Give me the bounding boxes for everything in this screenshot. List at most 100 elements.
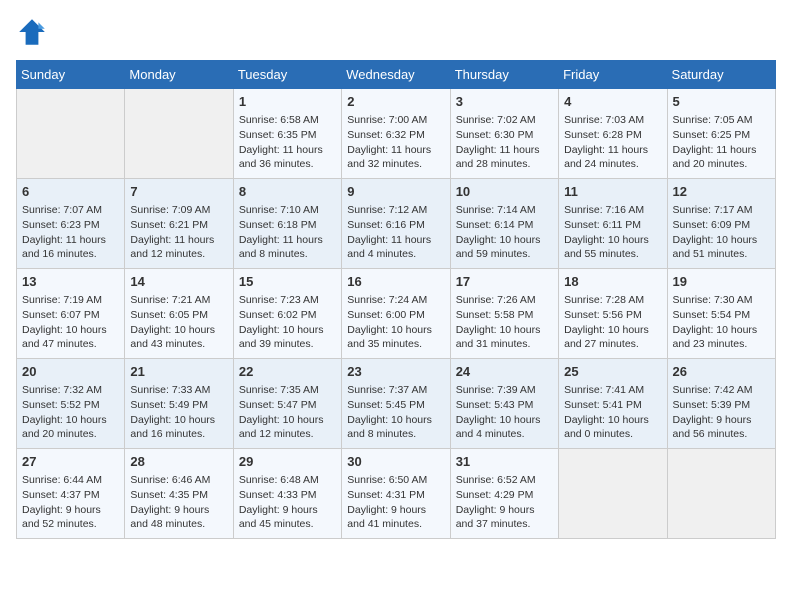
day-number: 28 [130, 453, 227, 471]
daylight-text: Daylight: 10 hours and 55 minutes. [564, 233, 661, 262]
day-number: 31 [456, 453, 553, 471]
daylight-text: Daylight: 11 hours and 28 minutes. [456, 143, 553, 172]
calendar-cell: 22 Sunrise: 7:35 AM Sunset: 5:47 PM Dayl… [233, 359, 341, 449]
day-number: 17 [456, 273, 553, 291]
sunrise-text: Sunrise: 6:52 AM [456, 473, 553, 488]
calendar-cell: 10 Sunrise: 7:14 AM Sunset: 6:14 PM Dayl… [450, 179, 558, 269]
daylight-text: Daylight: 11 hours and 32 minutes. [347, 143, 444, 172]
day-number: 3 [456, 93, 553, 111]
calendar-week-row: 13 Sunrise: 7:19 AM Sunset: 6:07 PM Dayl… [17, 269, 776, 359]
calendar-cell: 13 Sunrise: 7:19 AM Sunset: 6:07 PM Dayl… [17, 269, 125, 359]
sunset-text: Sunset: 4:37 PM [22, 488, 119, 503]
calendar-cell: 18 Sunrise: 7:28 AM Sunset: 5:56 PM Dayl… [559, 269, 667, 359]
day-number: 14 [130, 273, 227, 291]
day-number: 25 [564, 363, 661, 381]
sunset-text: Sunset: 6:11 PM [564, 218, 661, 233]
sunrise-text: Sunrise: 7:21 AM [130, 293, 227, 308]
sunrise-text: Sunrise: 7:26 AM [456, 293, 553, 308]
daylight-text: Daylight: 10 hours and 51 minutes. [673, 233, 770, 262]
day-number: 9 [347, 183, 444, 201]
calendar-cell: 27 Sunrise: 6:44 AM Sunset: 4:37 PM Dayl… [17, 449, 125, 539]
sunrise-text: Sunrise: 7:03 AM [564, 113, 661, 128]
page-header [16, 16, 776, 48]
sunset-text: Sunset: 6:02 PM [239, 308, 336, 323]
daylight-text: Daylight: 9 hours and 37 minutes. [456, 503, 553, 532]
daylight-text: Daylight: 10 hours and 23 minutes. [673, 323, 770, 352]
sunset-text: Sunset: 6:09 PM [673, 218, 770, 233]
daylight-text: Daylight: 10 hours and 59 minutes. [456, 233, 553, 262]
sunset-text: Sunset: 4:33 PM [239, 488, 336, 503]
day-number: 27 [22, 453, 119, 471]
sunrise-text: Sunrise: 6:58 AM [239, 113, 336, 128]
sunrise-text: Sunrise: 7:33 AM [130, 383, 227, 398]
calendar-cell: 9 Sunrise: 7:12 AM Sunset: 6:16 PM Dayli… [342, 179, 450, 269]
sunrise-text: Sunrise: 7:12 AM [347, 203, 444, 218]
day-number: 24 [456, 363, 553, 381]
weekday-header: Tuesday [233, 61, 341, 89]
daylight-text: Daylight: 10 hours and 47 minutes. [22, 323, 119, 352]
sunrise-text: Sunrise: 7:37 AM [347, 383, 444, 398]
day-number: 29 [239, 453, 336, 471]
day-number: 5 [673, 93, 770, 111]
calendar-cell: 12 Sunrise: 7:17 AM Sunset: 6:09 PM Dayl… [667, 179, 775, 269]
day-number: 8 [239, 183, 336, 201]
calendar-cell: 26 Sunrise: 7:42 AM Sunset: 5:39 PM Dayl… [667, 359, 775, 449]
day-number: 13 [22, 273, 119, 291]
weekday-header: Sunday [17, 61, 125, 89]
sunrise-text: Sunrise: 7:17 AM [673, 203, 770, 218]
calendar-cell: 19 Sunrise: 7:30 AM Sunset: 5:54 PM Dayl… [667, 269, 775, 359]
daylight-text: Daylight: 9 hours and 56 minutes. [673, 413, 770, 442]
day-number: 20 [22, 363, 119, 381]
calendar-week-row: 20 Sunrise: 7:32 AM Sunset: 5:52 PM Dayl… [17, 359, 776, 449]
sunrise-text: Sunrise: 7:39 AM [456, 383, 553, 398]
calendar-cell: 31 Sunrise: 6:52 AM Sunset: 4:29 PM Dayl… [450, 449, 558, 539]
sunset-text: Sunset: 6:16 PM [347, 218, 444, 233]
sunrise-text: Sunrise: 7:02 AM [456, 113, 553, 128]
sunset-text: Sunset: 6:28 PM [564, 128, 661, 143]
sunset-text: Sunset: 5:47 PM [239, 398, 336, 413]
weekday-header: Wednesday [342, 61, 450, 89]
daylight-text: Daylight: 10 hours and 43 minutes. [130, 323, 227, 352]
daylight-text: Daylight: 11 hours and 12 minutes. [130, 233, 227, 262]
weekday-header: Thursday [450, 61, 558, 89]
calendar-cell: 30 Sunrise: 6:50 AM Sunset: 4:31 PM Dayl… [342, 449, 450, 539]
sunset-text: Sunset: 5:39 PM [673, 398, 770, 413]
sunrise-text: Sunrise: 7:07 AM [22, 203, 119, 218]
calendar-cell [559, 449, 667, 539]
sunset-text: Sunset: 6:00 PM [347, 308, 444, 323]
daylight-text: Daylight: 11 hours and 36 minutes. [239, 143, 336, 172]
sunset-text: Sunset: 6:32 PM [347, 128, 444, 143]
sunrise-text: Sunrise: 7:05 AM [673, 113, 770, 128]
sunset-text: Sunset: 6:18 PM [239, 218, 336, 233]
calendar-cell [125, 89, 233, 179]
sunset-text: Sunset: 5:49 PM [130, 398, 227, 413]
daylight-text: Daylight: 11 hours and 16 minutes. [22, 233, 119, 262]
calendar-cell: 16 Sunrise: 7:24 AM Sunset: 6:00 PM Dayl… [342, 269, 450, 359]
sunrise-text: Sunrise: 7:41 AM [564, 383, 661, 398]
sunset-text: Sunset: 6:21 PM [130, 218, 227, 233]
daylight-text: Daylight: 9 hours and 41 minutes. [347, 503, 444, 532]
daylight-text: Daylight: 10 hours and 20 minutes. [22, 413, 119, 442]
daylight-text: Daylight: 10 hours and 4 minutes. [456, 413, 553, 442]
day-number: 7 [130, 183, 227, 201]
daylight-text: Daylight: 11 hours and 24 minutes. [564, 143, 661, 172]
sunset-text: Sunset: 6:25 PM [673, 128, 770, 143]
sunrise-text: Sunrise: 6:46 AM [130, 473, 227, 488]
sunset-text: Sunset: 6:05 PM [130, 308, 227, 323]
daylight-text: Daylight: 10 hours and 39 minutes. [239, 323, 336, 352]
day-number: 12 [673, 183, 770, 201]
sunset-text: Sunset: 6:07 PM [22, 308, 119, 323]
calendar-cell: 20 Sunrise: 7:32 AM Sunset: 5:52 PM Dayl… [17, 359, 125, 449]
sunset-text: Sunset: 5:43 PM [456, 398, 553, 413]
sunrise-text: Sunrise: 7:19 AM [22, 293, 119, 308]
day-number: 18 [564, 273, 661, 291]
sunrise-text: Sunrise: 7:14 AM [456, 203, 553, 218]
calendar-cell: 2 Sunrise: 7:00 AM Sunset: 6:32 PM Dayli… [342, 89, 450, 179]
sunset-text: Sunset: 4:31 PM [347, 488, 444, 503]
daylight-text: Daylight: 10 hours and 31 minutes. [456, 323, 553, 352]
sunset-text: Sunset: 5:54 PM [673, 308, 770, 323]
daylight-text: Daylight: 11 hours and 4 minutes. [347, 233, 444, 262]
weekday-header-row: SundayMondayTuesdayWednesdayThursdayFrid… [17, 61, 776, 89]
day-number: 1 [239, 93, 336, 111]
sunrise-text: Sunrise: 7:16 AM [564, 203, 661, 218]
